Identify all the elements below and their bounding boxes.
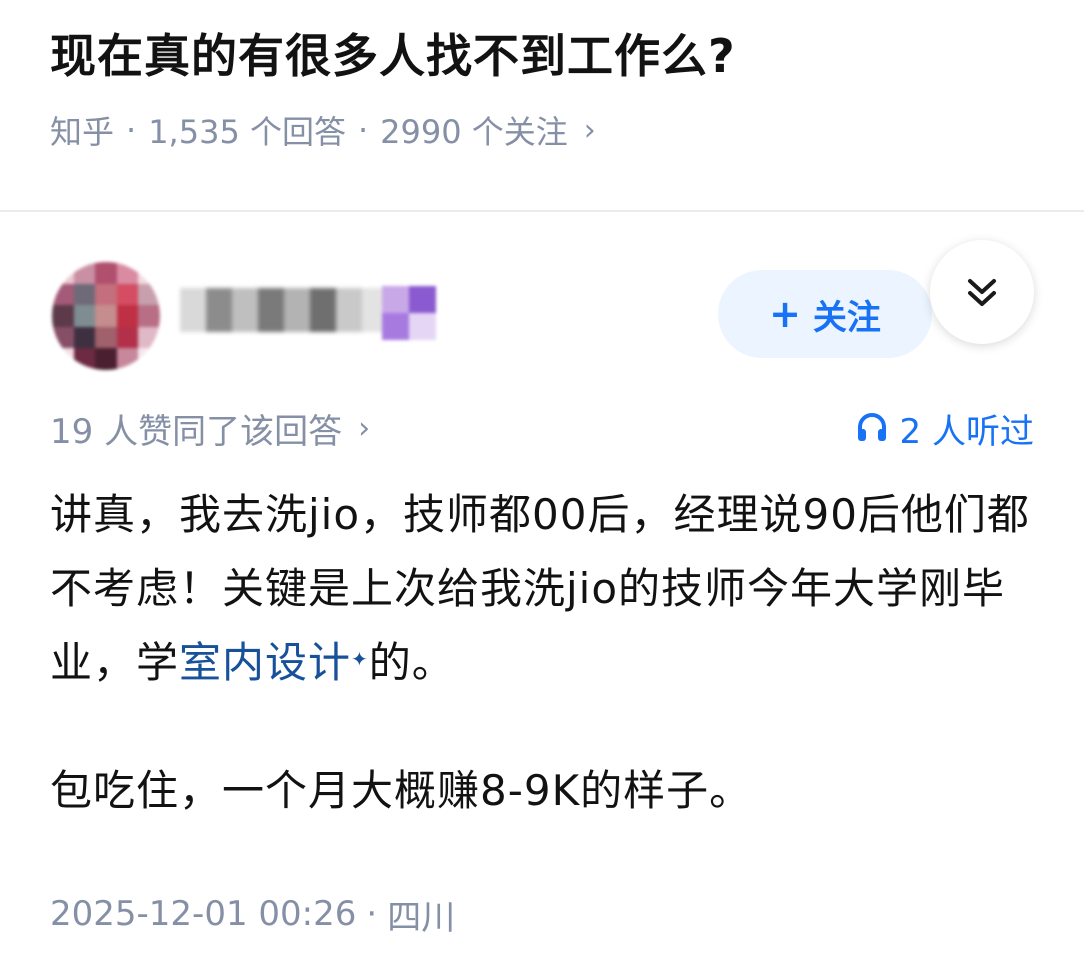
vote-count-text: 19 人赞同了该回答	[50, 411, 343, 452]
answer-content: 讲真，我去洗jio，技师都00后，经理说90后他们都不考虑！关键是上次给我洗ji…	[50, 478, 1050, 828]
footer-separator: ·	[366, 894, 378, 934]
chevron-right-icon: ›	[583, 112, 596, 148]
headphones-icon	[857, 413, 886, 441]
answer-footer: 2025-12-01 00:26 · 四川	[50, 890, 455, 938]
answer-paragraph: 包吃住，一个月大概赚8-9K的样子。	[50, 766, 753, 815]
follow-button[interactable]: + 关注	[718, 270, 932, 358]
collapse-button[interactable]	[930, 240, 1034, 344]
answer-count: 1,535 个回答	[148, 113, 346, 151]
meta-separator: ·	[126, 111, 137, 149]
answer-location: 四川	[387, 897, 456, 938]
plus-icon: +	[769, 292, 801, 336]
meta-separator: ·	[357, 111, 369, 149]
vote-count[interactable]: 19 人赞同了该回答 ›	[50, 406, 371, 452]
answer-paragraph: 讲真，我去洗jio，技师都00后，经理说90后他们都不考虑！关键是上次给我洗ji…	[50, 478, 1050, 700]
source-label: 知乎	[50, 113, 115, 151]
question-meta[interactable]: 知乎 · 1,535 个回答 · 2990 个关注 ›	[50, 108, 596, 152]
chevron-right-icon: ›	[358, 410, 371, 446]
sparkle-icon: ✦	[351, 647, 369, 671]
listen-count-text: 2 人听过	[899, 411, 1034, 452]
follower-count: 2990 个关注	[380, 113, 568, 151]
avatar[interactable]	[52, 262, 160, 370]
keyword-link-text[interactable]: 室内设计	[179, 638, 351, 687]
answer-datetime: 2025-12-01 00:26	[50, 894, 357, 934]
follow-label: 关注	[812, 297, 881, 338]
question-title[interactable]: 现在真的有很多人找不到工作么?	[50, 20, 736, 86]
author-name-blurred[interactable]	[180, 288, 388, 332]
listen-count[interactable]: 2 人听过	[854, 406, 1034, 452]
section-divider	[0, 210, 1084, 212]
double-chevron-down-icon	[968, 279, 996, 306]
keyword-link[interactable]: 室内设计✦	[179, 638, 369, 687]
author-badge	[382, 286, 436, 340]
answer-text: 的。	[368, 638, 455, 687]
